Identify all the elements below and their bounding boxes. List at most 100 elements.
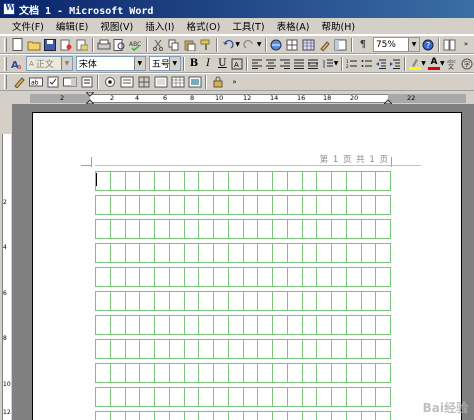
grid-cell bbox=[139, 412, 154, 420]
redo-dropdown-icon[interactable]: ▼ bbox=[255, 41, 263, 48]
frame-icon[interactable] bbox=[153, 74, 169, 90]
grid-cell bbox=[227, 172, 243, 190]
grid-cell bbox=[213, 388, 228, 406]
toolbar-options-icon[interactable]: » bbox=[227, 74, 243, 90]
tables-borders-icon[interactable] bbox=[285, 37, 300, 53]
character-border-icon[interactable]: A bbox=[230, 56, 243, 72]
italic-button[interactable]: I bbox=[202, 56, 215, 72]
highlight-dropdown-icon[interactable]: ▼ bbox=[420, 60, 427, 67]
ruler-number: 18 bbox=[323, 94, 332, 102]
justify-icon[interactable] bbox=[293, 56, 306, 72]
bold-button[interactable]: B bbox=[187, 56, 200, 72]
reading-layout-icon[interactable] bbox=[443, 37, 458, 53]
format-painter-icon[interactable] bbox=[198, 37, 213, 53]
font-color-dropdown-icon[interactable]: ▼ bbox=[439, 60, 446, 67]
manuscript-grid[interactable] bbox=[95, 171, 391, 420]
text-form-field-icon[interactable]: ab bbox=[28, 74, 44, 90]
title-bar[interactable]: 文档 1 - Microsoft Word bbox=[0, 0, 474, 18]
paste-icon[interactable] bbox=[182, 37, 197, 53]
grid-cell bbox=[198, 172, 213, 190]
numbering-icon[interactable]: 12 bbox=[346, 56, 359, 72]
new-document-icon[interactable] bbox=[10, 37, 25, 53]
grid-cell bbox=[227, 340, 243, 358]
toolbar-grip[interactable] bbox=[4, 75, 7, 89]
menu-insert[interactable]: 插入(I) bbox=[139, 19, 180, 33]
form-field-options-icon[interactable] bbox=[79, 74, 95, 90]
vertical-ruler[interactable]: 2 4 6 8 10 12 bbox=[0, 104, 12, 420]
enclose-characters-icon[interactable]: 字 bbox=[460, 56, 473, 72]
help-icon[interactable]: ? bbox=[421, 37, 436, 53]
save-icon[interactable] bbox=[42, 37, 57, 53]
picture-icon[interactable] bbox=[187, 74, 203, 90]
toolbar-options-icon[interactable]: » bbox=[459, 37, 474, 53]
grid-cell bbox=[331, 244, 346, 262]
combo-box-field-icon[interactable] bbox=[62, 74, 78, 90]
hyperlink-icon[interactable] bbox=[269, 37, 284, 53]
grid-cell bbox=[168, 340, 184, 358]
grid-cell bbox=[375, 244, 391, 262]
spelling-icon[interactable]: ABC bbox=[128, 37, 143, 53]
open-folder-icon[interactable] bbox=[26, 37, 41, 53]
option-button-icon[interactable] bbox=[102, 74, 118, 90]
check-box-field-icon[interactable] bbox=[45, 74, 61, 90]
grid-cell bbox=[272, 316, 287, 334]
grid-cell bbox=[360, 196, 376, 214]
grid-cell bbox=[316, 412, 331, 420]
align-center-icon[interactable] bbox=[264, 56, 277, 72]
drawing-icon[interactable] bbox=[317, 37, 332, 53]
distributed-icon[interactable] bbox=[307, 56, 320, 72]
menu-edit[interactable]: 编辑(E) bbox=[50, 19, 94, 33]
grid-cell bbox=[227, 292, 243, 310]
protect-form-icon[interactable] bbox=[210, 74, 226, 90]
permission-icon[interactable] bbox=[58, 37, 73, 53]
styles-formatting-icon[interactable]: Aa bbox=[10, 56, 23, 72]
font-select[interactable]: 宋体 ▼ bbox=[75, 56, 146, 71]
underline-button[interactable]: U bbox=[216, 56, 229, 72]
toolbar-grip[interactable] bbox=[4, 37, 7, 52]
table-icon[interactable] bbox=[170, 74, 186, 90]
insert-table-icon[interactable] bbox=[301, 37, 316, 53]
grid-cell bbox=[286, 172, 302, 190]
style-select[interactable]: A 正文 ▼ bbox=[26, 56, 73, 71]
grid-cell bbox=[272, 388, 287, 406]
ruler-number: 2 bbox=[60, 94, 65, 102]
phonetic-guide-icon[interactable]: abc 文 bbox=[446, 56, 459, 72]
undo-dropdown-icon[interactable]: ▼ bbox=[234, 41, 242, 48]
align-left-icon[interactable] bbox=[250, 56, 263, 72]
line-spacing-dropdown-icon[interactable]: ▼ bbox=[333, 60, 340, 67]
zoom-select[interactable]: 75% ▼ bbox=[372, 37, 421, 52]
draw-form-icon[interactable] bbox=[11, 74, 27, 90]
right-indent-marker[interactable] bbox=[384, 92, 392, 104]
menu-file[interactable]: 文件(F) bbox=[6, 19, 50, 33]
menu-format[interactable]: 格式(O) bbox=[180, 19, 226, 33]
decrease-indent-icon[interactable] bbox=[374, 56, 387, 72]
menu-table[interactable]: 表格(A) bbox=[271, 19, 316, 33]
first-line-indent-marker[interactable] bbox=[86, 92, 94, 104]
menu-help[interactable]: 帮助(H) bbox=[315, 19, 361, 33]
grid-cell bbox=[360, 316, 376, 334]
increase-indent-icon[interactable] bbox=[388, 56, 401, 72]
document-page[interactable]: 第 1 页 共 1 页 bbox=[32, 112, 462, 420]
font-size-select[interactable]: 五号 ▼ bbox=[148, 56, 181, 71]
horizontal-ruler[interactable]: 2 2 4 6 8 10 12 14 16 18 20 22 bbox=[0, 92, 474, 104]
print-preview-icon[interactable] bbox=[112, 37, 127, 53]
cut-icon[interactable] bbox=[150, 37, 165, 53]
toolbar-grip[interactable] bbox=[4, 56, 7, 71]
bullets-icon[interactable] bbox=[360, 56, 373, 72]
copy-icon[interactable] bbox=[166, 37, 181, 53]
print-icon[interactable] bbox=[96, 37, 111, 53]
menu-tools[interactable]: 工具(T) bbox=[226, 19, 270, 33]
document-map-icon[interactable] bbox=[333, 37, 348, 53]
show-hide-icon[interactable]: ¶ bbox=[355, 37, 370, 53]
word-app-icon bbox=[3, 3, 15, 15]
grid-cell bbox=[375, 364, 391, 382]
menu-view[interactable]: 视图(V) bbox=[94, 19, 139, 33]
grid-row bbox=[95, 219, 391, 239]
list-box-icon[interactable] bbox=[119, 74, 135, 90]
document-area[interactable]: 第 1 页 共 1 页 Bai经验 bbox=[12, 104, 474, 420]
grid-cell bbox=[272, 268, 287, 286]
align-right-icon[interactable] bbox=[278, 56, 291, 72]
grid-icon[interactable] bbox=[136, 74, 152, 90]
grid-cell bbox=[301, 412, 317, 420]
email-icon[interactable] bbox=[74, 37, 89, 53]
